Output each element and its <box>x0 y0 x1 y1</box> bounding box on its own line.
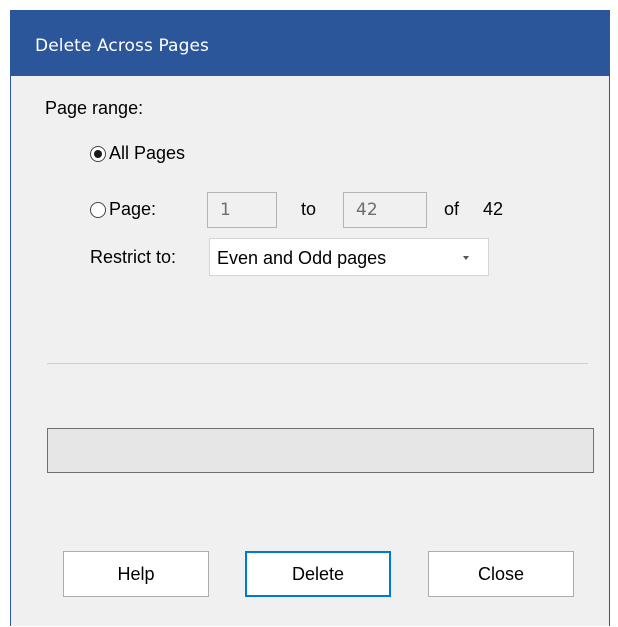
page-to-input[interactable]: 42 <box>343 192 427 228</box>
delete-across-pages-dialog: Delete Across Pages Page range: All Page… <box>10 10 610 626</box>
dropdown-arrow-icon[interactable] <box>463 256 469 260</box>
page-radio-label[interactable]: Page: <box>109 199 156 220</box>
page-range-label: Page range: <box>45 98 144 118</box>
close-button[interactable]: Close <box>428 551 574 597</box>
total-pages-value: 42 <box>483 199 504 219</box>
delete-button[interactable]: Delete <box>245 551 391 597</box>
all-pages-radio[interactable] <box>90 146 106 162</box>
progress-bar <box>47 428 594 473</box>
separator <box>47 363 588 364</box>
page-radio[interactable] <box>90 202 106 218</box>
all-pages-label[interactable]: All Pages <box>109 143 185 164</box>
restrict-to-selected-value: Even and Odd pages <box>217 248 387 268</box>
restrict-to-label: Restrict to: <box>90 247 177 267</box>
help-button[interactable]: Help <box>63 551 209 597</box>
of-label: of <box>444 199 460 219</box>
title-bar: Delete Across Pages <box>11 10 609 76</box>
restrict-to-dropdown[interactable]: Even and Odd pages <box>209 238 489 276</box>
radio-selected-dot <box>94 150 102 158</box>
page-from-input[interactable]: 1 <box>207 192 277 228</box>
dialog-title: Delete Across Pages <box>35 36 209 56</box>
to-label: to <box>301 199 317 219</box>
